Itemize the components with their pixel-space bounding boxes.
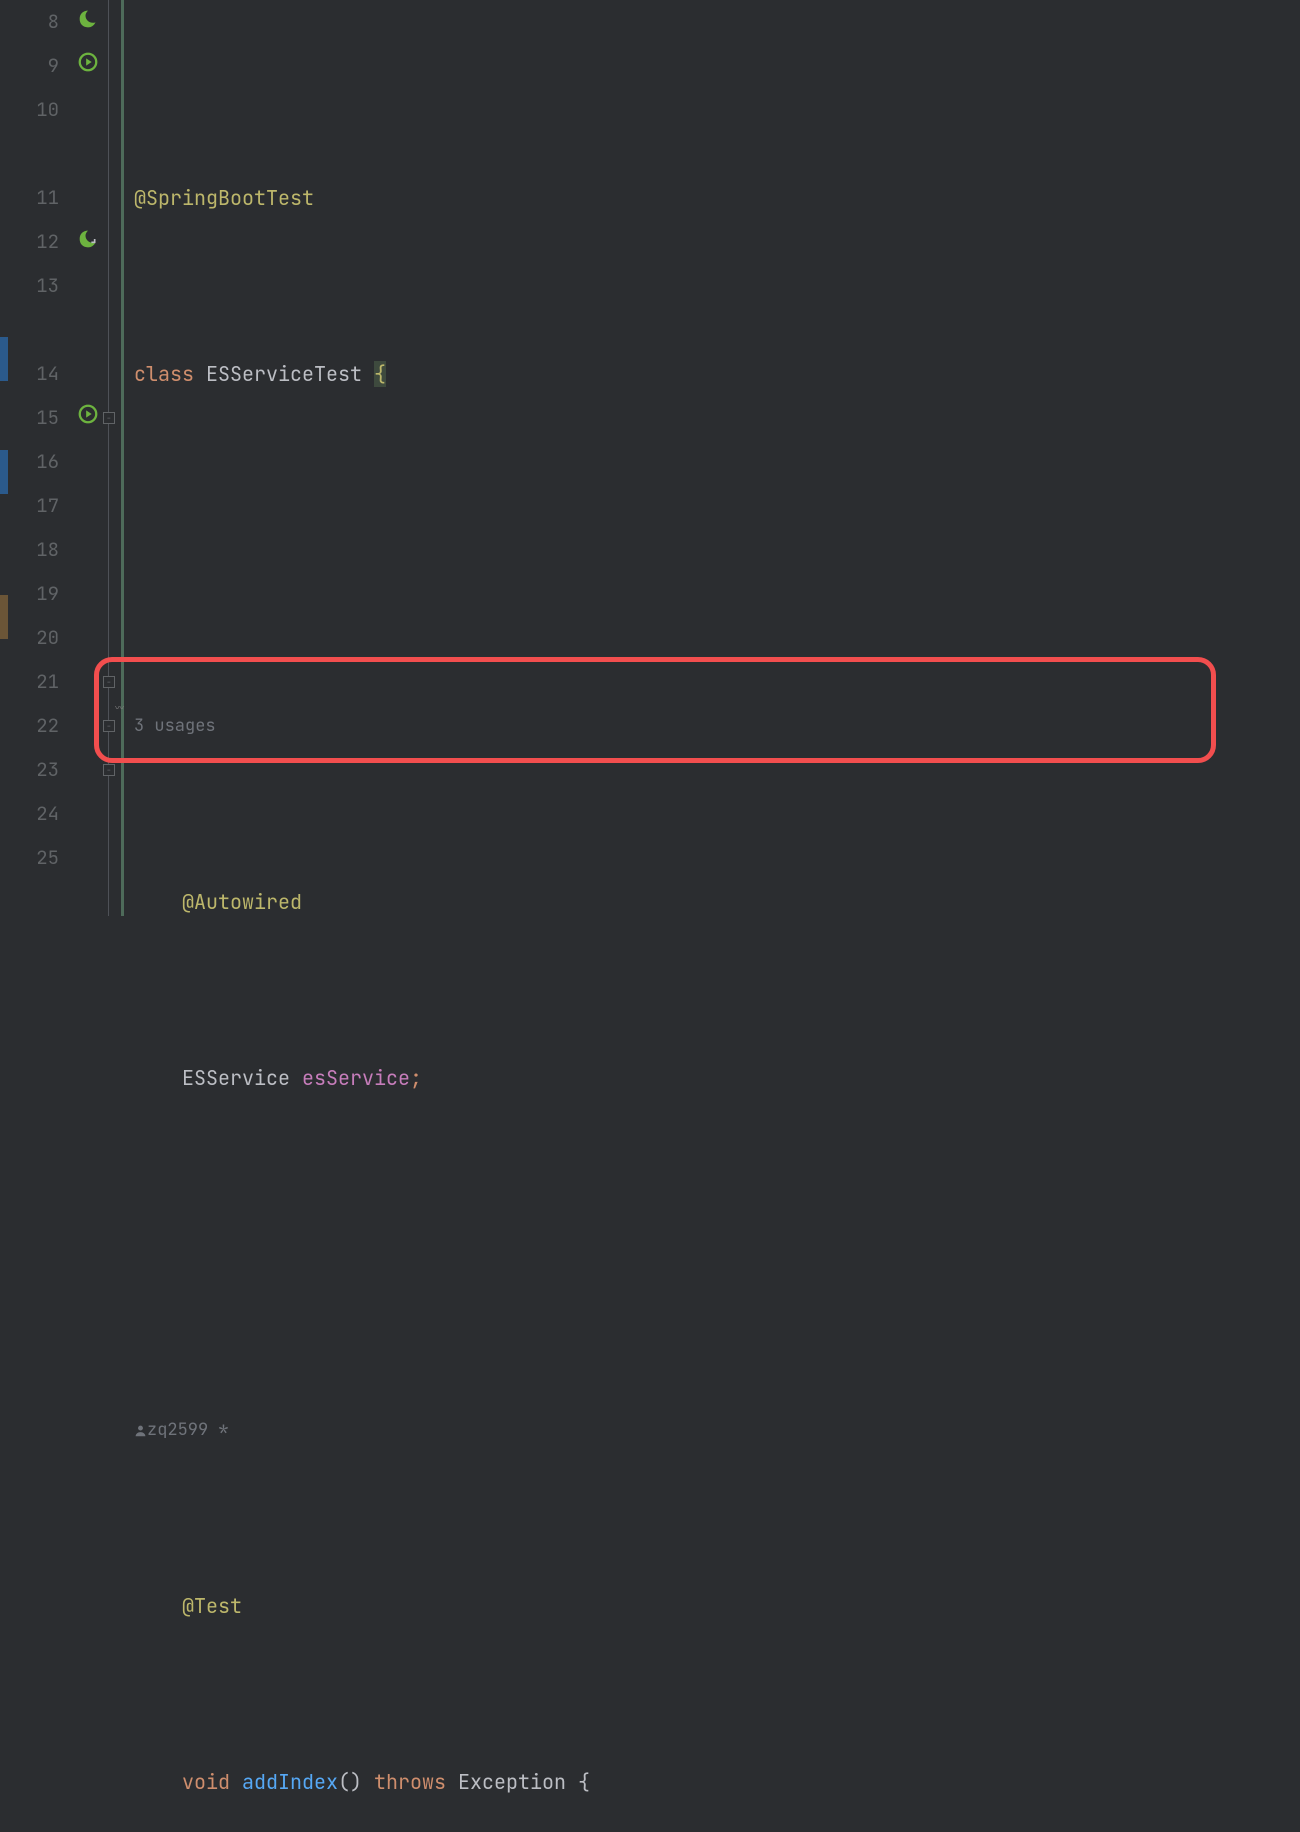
left-margin	[0, 0, 8, 916]
line-number-gutter[interactable]: 8 9 10 11 12 13 14 15 16 17 18 19 20 21 …	[8, 0, 73, 916]
line-number[interactable]: 12	[8, 220, 59, 264]
line-number[interactable]: 15	[8, 396, 59, 440]
line-number-spacer	[8, 132, 59, 176]
author-icon	[134, 1424, 147, 1437]
fold-toggle-icon[interactable]: −	[103, 676, 115, 688]
line-number[interactable]: 16	[8, 440, 59, 484]
code-line[interactable]: void addIndex() throws Exception {	[134, 1760, 1300, 1804]
run-class-icon[interactable]	[77, 44, 99, 88]
fold-toggle-icon[interactable]: −	[103, 412, 115, 424]
line-number[interactable]: 11	[8, 176, 59, 220]
warning-squiggle-icon: 〰	[115, 686, 129, 692]
code-line[interactable]	[134, 1232, 1300, 1276]
line-number[interactable]: 10	[8, 88, 59, 132]
spring-leaf-icon[interactable]	[78, 0, 98, 44]
code-editor[interactable]: 8 9 10 11 12 13 14 15 16 17 18 19 20 21 …	[0, 0, 1300, 916]
inlay-hint-usages[interactable]: 3 usages	[134, 704, 1300, 748]
line-marker	[0, 595, 8, 639]
code-line[interactable]: @SpringBootTest	[134, 176, 1300, 220]
code-line[interactable]: @Autowired	[134, 880, 1300, 924]
code-line[interactable]: ESService esService;	[134, 1056, 1300, 1100]
line-number[interactable]: 17	[8, 484, 59, 528]
code-area[interactable]: 〰 @SpringBootTest class ESServiceTest { …	[121, 0, 1300, 916]
code-line[interactable]: class ESServiceTest {	[134, 352, 1300, 396]
run-test-icon[interactable]	[77, 396, 99, 440]
line-number[interactable]: 19	[8, 572, 59, 616]
line-number[interactable]: 14	[8, 352, 59, 396]
line-number[interactable]: 25	[8, 836, 59, 880]
line-number[interactable]: 23	[8, 748, 59, 792]
line-number[interactable]: 22	[8, 704, 59, 748]
gutter-icons	[73, 0, 103, 916]
line-marker	[0, 337, 8, 381]
line-number-spacer	[8, 308, 59, 352]
inlay-hint-author[interactable]: zq2599 *	[134, 1408, 1300, 1452]
line-number[interactable]: 21	[8, 660, 59, 704]
code-line[interactable]: @Test	[134, 1584, 1300, 1628]
fold-toggle-icon[interactable]: −	[103, 764, 115, 776]
fold-toggle-icon[interactable]: −	[103, 720, 115, 732]
line-number[interactable]: 9	[8, 44, 59, 88]
code-line[interactable]	[134, 528, 1300, 572]
line-number[interactable]: 13	[8, 264, 59, 308]
line-number[interactable]: 20	[8, 616, 59, 660]
line-marker	[0, 450, 8, 494]
line-number[interactable]: 8	[8, 0, 59, 44]
line-number[interactable]: 18	[8, 528, 59, 572]
line-number[interactable]: 24	[8, 792, 59, 836]
spring-bean-icon[interactable]	[78, 220, 98, 264]
fold-column[interactable]: − − − −	[103, 0, 121, 916]
